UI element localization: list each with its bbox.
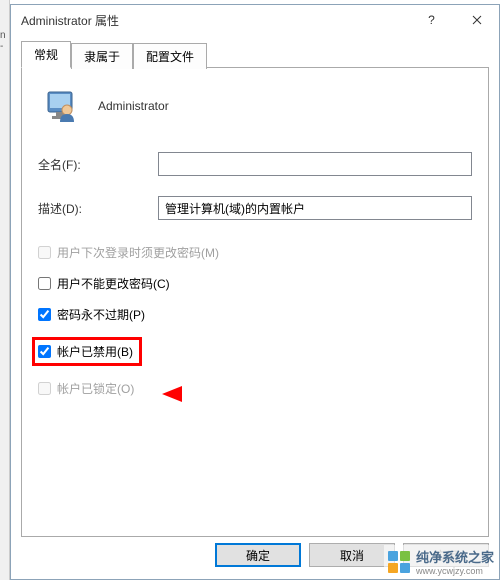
watermark-logo-icon <box>388 551 410 573</box>
checkbox-never-expires[interactable] <box>38 308 51 321</box>
arrow-annotation <box>162 384 282 404</box>
watermark-url: www.ycwjzy.com <box>416 566 494 576</box>
titlebar: Administrator 属性 ? <box>11 5 499 35</box>
checkbox-account-disabled[interactable] <box>38 345 51 358</box>
close-icon <box>472 15 482 25</box>
watermark-text: 纯净系统之家 <box>416 547 494 566</box>
checkbox-locked <box>38 382 51 395</box>
help-button[interactable]: ? <box>409 5 454 35</box>
fullname-input[interactable] <box>158 152 472 176</box>
user-icon <box>42 88 78 124</box>
close-button[interactable] <box>454 5 499 35</box>
tab-strip: 常规 隶属于 配置文件 <box>21 41 489 67</box>
cancel-button[interactable]: 取消 <box>309 543 395 567</box>
checkbox-cannot-change-row[interactable]: 用户不能更改密码(C) <box>38 275 472 292</box>
tab-general[interactable]: 常规 <box>21 41 71 68</box>
background-window-strip: n - <box>0 0 10 580</box>
description-input[interactable] <box>158 196 472 220</box>
checkbox-must-change-row: 用户下次登录时须更改密码(M) <box>38 244 472 261</box>
checkbox-cannot-change-label: 用户不能更改密码(C) <box>57 275 170 292</box>
description-label: 描述(D): <box>38 200 158 217</box>
checkbox-locked-label: 帐户已锁定(O) <box>57 380 134 397</box>
tab-memberof[interactable]: 隶属于 <box>71 43 133 69</box>
tab-panel-general: Administrator 全名(F): 描述(D): 用户下次登录时须更改密码… <box>21 67 489 537</box>
highlight-annotation: 帐户已禁用(B) <box>32 337 142 366</box>
user-name-label: Administrator <box>98 99 169 113</box>
tab-profile[interactable]: 配置文件 <box>133 43 207 69</box>
checkbox-account-disabled-label: 帐户已禁用(B) <box>57 343 133 360</box>
checkbox-never-expires-label: 密码永不过期(P) <box>57 306 145 323</box>
ok-button[interactable]: 确定 <box>215 543 301 567</box>
checkbox-must-change-label: 用户下次登录时须更改密码(M) <box>57 244 219 261</box>
checkbox-never-expires-row[interactable]: 密码永不过期(P) <box>38 306 472 323</box>
checkbox-cannot-change[interactable] <box>38 277 51 290</box>
window-title: Administrator 属性 <box>21 12 409 29</box>
properties-dialog: Administrator 属性 ? 常规 隶属于 配置文件 <box>10 4 500 580</box>
checkbox-must-change <box>38 246 51 259</box>
watermark: 纯净系统之家 www.ycwjzy.com <box>384 545 498 578</box>
fullname-label: 全名(F): <box>38 156 158 173</box>
